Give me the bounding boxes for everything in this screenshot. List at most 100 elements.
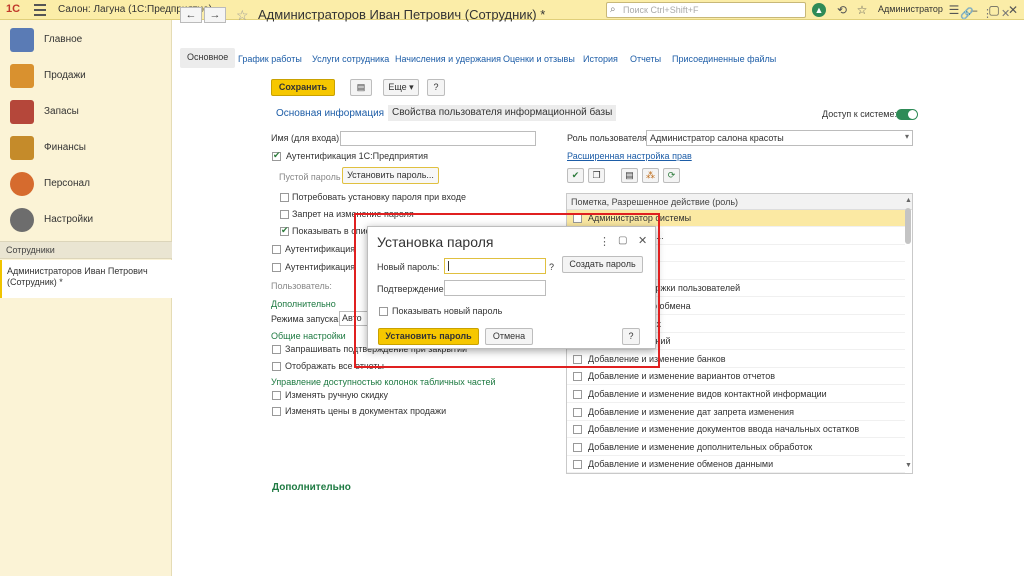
auth-os-checkbox[interactable] — [272, 245, 281, 254]
auth-1c-label: Аутентификация 1С:Предприятия — [286, 151, 429, 161]
sidebar-item-stock[interactable]: Запасы — [0, 94, 172, 130]
auth-openid-checkbox[interactable] — [272, 263, 281, 272]
row-checkbox[interactable] — [573, 407, 582, 417]
row-checkbox[interactable] — [573, 390, 582, 399]
search-icon: ⌕ — [610, 4, 616, 15]
bottom-additional-section[interactable]: Дополнительно — [272, 482, 351, 493]
row-label: Добавление и изменение дат запрета измен… — [588, 406, 794, 417]
tab-payroll[interactable]: Начисления и удержания — [395, 54, 501, 64]
roles-scrollbar[interactable] — [905, 208, 911, 244]
sidebar-open-window[interactable]: Администраторов Иван Петрович (Сотрудник… — [0, 260, 172, 298]
help-button[interactable]: ? — [427, 79, 445, 96]
tab-schedule[interactable]: График работы — [238, 54, 302, 64]
scroll-down-icon[interactable]: ▼ — [905, 462, 912, 469]
auth-openid-label: Аутентификация — [285, 262, 356, 272]
more-label: Еще — [388, 82, 407, 92]
require-password-label: Потребовать установку пароля при входе — [292, 192, 466, 202]
tab-services[interactable]: Услуги сотрудника — [312, 54, 389, 64]
dropdown-arrow-icon: ▾ — [904, 132, 909, 141]
sidebar-section-title: Сотрудники — [0, 241, 172, 259]
table-row[interactable]: Добавление и изменение вариантов отчетов — [567, 368, 905, 386]
advanced-rights-link[interactable]: Расширенная настройка прав — [567, 151, 692, 161]
history-icon[interactable]: ⟲ — [834, 2, 850, 18]
change-prices-checkbox[interactable] — [272, 407, 281, 416]
people-icon — [10, 172, 34, 196]
tab-reports[interactable]: Отчеты — [630, 54, 661, 64]
subtab-main-info[interactable]: Основная информация — [276, 108, 384, 119]
scroll-up-icon[interactable]: ▲ — [905, 197, 912, 204]
list-view-button[interactable]: ▤ — [621, 168, 638, 183]
set-password-button[interactable]: Установить пароль... — [342, 167, 439, 184]
table-row[interactable]: Добавление и изменение дополнительных об… — [567, 439, 905, 456]
columns-section: Управление доступностью колонок табличны… — [271, 377, 496, 387]
role-value: Администратор салона красоты — [650, 133, 784, 143]
row-checkbox[interactable] — [573, 425, 582, 435]
more-button[interactable]: Еще ▾ — [383, 79, 419, 96]
more-icon[interactable]: ⋮ — [982, 7, 993, 20]
sidebar-item-staff[interactable]: Персонал — [0, 166, 172, 202]
sidebar-item-finance[interactable]: Финансы — [0, 130, 172, 166]
tree-view-button[interactable]: ⁂ — [642, 168, 659, 183]
role-select[interactable]: Администратор салона красоты ▾ — [646, 130, 913, 146]
auth-1c-checkbox[interactable] — [272, 150, 281, 161]
require-password-checkbox[interactable] — [280, 193, 289, 202]
tab-attachments[interactable]: Присоединенные файлы — [672, 54, 776, 64]
row-checkbox[interactable] — [573, 442, 582, 452]
tab-reviews[interactable]: Оценки и отзывы — [503, 54, 575, 64]
search-input[interactable]: ⌕ Поиск Ctrl+Shift+F — [606, 2, 806, 18]
role-label: Роль пользователя: — [567, 133, 650, 143]
page-title: Администраторов Иван Петрович (Сотрудник… — [258, 7, 546, 22]
additional-section: Дополнительно — [271, 299, 336, 309]
table-row[interactable]: Добавление и изменение документов ввода … — [567, 421, 905, 439]
sales-chart-icon — [10, 64, 34, 88]
sidebar-item-settings[interactable]: Настройки — [0, 202, 172, 238]
launch-mode-label: Режима запуска: — [271, 314, 341, 324]
highlight-frame — [354, 213, 660, 368]
login-input[interactable] — [340, 131, 536, 146]
sidebar-item-label: Финансы — [44, 142, 86, 153]
current-user[interactable]: Администратор — [878, 4, 943, 14]
forward-button[interactable]: → — [204, 7, 226, 23]
general-settings-section: Общие настройки — [271, 331, 346, 341]
menu-icon[interactable] — [34, 4, 46, 16]
table-row[interactable]: Добавление и изменение дат запрета измен… — [567, 404, 905, 421]
table-row[interactable]: Добавление и изменение видов контактной … — [567, 386, 905, 403]
refresh-button[interactable]: ⟳ — [663, 168, 680, 183]
forbid-change-checkbox[interactable] — [280, 210, 289, 219]
tab-history[interactable]: История — [583, 54, 618, 64]
show-in-list-checkbox[interactable] — [280, 225, 289, 236]
close-form-icon[interactable]: ✕ — [1001, 7, 1010, 20]
save-close-button[interactable]: ▤ — [350, 79, 372, 96]
roles-table-header: Пометка, Разрешенное действие (роль) — [567, 194, 912, 210]
notifications-icon[interactable]: ▲ — [812, 3, 826, 17]
link-icon[interactable]: 🔗 — [960, 7, 974, 20]
row-checkbox[interactable] — [573, 372, 582, 382]
show-all-reports-checkbox[interactable] — [272, 362, 281, 371]
user-label: Пользователь: — [271, 281, 332, 291]
sidebar-item-label: Запасы — [44, 106, 79, 117]
ask-confirm-checkbox[interactable] — [272, 345, 281, 354]
sidebar-item-sales[interactable]: Продажи — [0, 58, 172, 94]
sidebar: Главное Продажи Запасы Финансы Персонал … — [0, 20, 172, 576]
table-row[interactable]: Добавление и изменение обменов данными — [567, 456, 905, 473]
check-all-button[interactable]: ✔ — [567, 168, 584, 183]
sidebar-item-main[interactable]: Главное — [0, 22, 172, 58]
save-button[interactable]: Сохранить — [271, 79, 335, 96]
back-button[interactable]: ← — [180, 7, 202, 23]
row-label: Добавление и изменение дополнительных об… — [588, 441, 813, 452]
row-checkbox[interactable] — [573, 460, 582, 470]
row-label: Добавление и изменение документов ввода … — [588, 424, 860, 435]
manual-discount-checkbox[interactable] — [272, 391, 281, 400]
uncheck-all-button[interactable]: ❐ — [588, 168, 605, 183]
app-logo: 1С — [6, 3, 21, 15]
access-toggle[interactable] — [896, 109, 918, 120]
sidebar-item-label: Главное — [44, 34, 83, 45]
sidebar-item-label: Продажи — [44, 70, 86, 81]
favorites-icon[interactable]: ☆ — [854, 2, 870, 18]
change-prices-label: Изменять цены в документах продажи — [285, 406, 447, 416]
favorite-star-icon[interactable]: ☆ — [236, 7, 249, 24]
subtab-user-props[interactable]: Свойства пользователя информационной баз… — [388, 105, 617, 121]
row-label: Добавление и изменение вариантов отчетов — [588, 371, 775, 382]
sidebar-item-label: Настройки — [44, 214, 94, 225]
tab-main[interactable]: Основное — [180, 48, 236, 68]
